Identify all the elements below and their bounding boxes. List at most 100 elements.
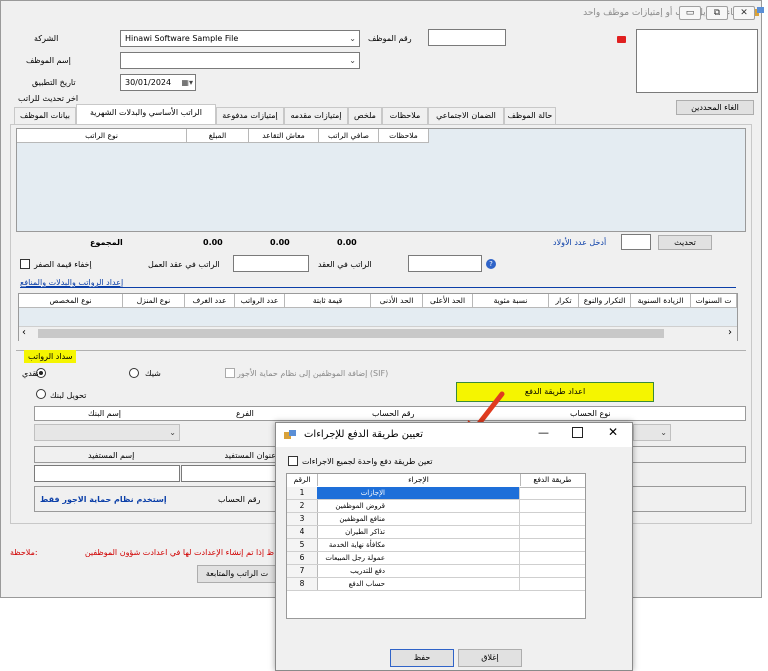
column-header[interactable]: الحد الأعلى — [423, 294, 473, 308]
column-header[interactable]: نوع المخصص — [19, 294, 123, 308]
note-text: ظ إذا تم إنشاء الإعدادت لها في اعدادت شؤ… — [84, 548, 274, 557]
row-number: 2 — [287, 500, 318, 512]
tab-employee-data[interactable]: بيانات الموظف — [14, 107, 76, 124]
tab-advance-benefits[interactable]: إمتيازات مقدمه — [284, 107, 348, 124]
calendar-icon[interactable]: ▦▾ — [181, 75, 193, 90]
column-header[interactable]: ت السنوات — [691, 294, 737, 308]
minimize-button[interactable]: ▭ — [679, 6, 701, 20]
procedure-cell[interactable]: قروض الموظفين — [317, 500, 520, 512]
total-pension: 0.00 — [270, 238, 290, 247]
procedure-cell[interactable]: مكافأة نهاية الخدمة — [317, 539, 520, 551]
procedure-cell[interactable]: حساب الدفع — [317, 578, 520, 590]
payment-method-cell[interactable] — [520, 526, 585, 538]
row-number: 8 — [287, 578, 318, 590]
tab-summary[interactable]: ملخص — [348, 107, 382, 124]
table-row[interactable]: 2 قروض الموظفين — [287, 500, 585, 513]
tab-employee-status[interactable]: حالة الموظف — [504, 107, 556, 124]
apply-date-picker[interactable]: 30/01/2024 ▦▾ — [120, 74, 196, 91]
dialog-save-button[interactable]: حفظ — [390, 649, 454, 667]
table-row[interactable]: 1 الإجازات — [287, 487, 585, 500]
table-row[interactable]: 8 حساب الدفع — [287, 578, 585, 591]
column-header[interactable]: الزيادة السنوية — [631, 294, 691, 308]
dialog-close-button[interactable]: إغلاق — [458, 649, 522, 667]
procedure-cell[interactable]: تذاكر الطيران — [317, 526, 520, 538]
tab-social-security[interactable]: الضمان الاجتماعي — [428, 107, 504, 124]
update-button[interactable]: تحديث — [658, 235, 712, 250]
table-row[interactable]: 4 تذاكر الطيران — [287, 526, 585, 539]
procedure-cell[interactable]: عمولة رجل المبيعات — [317, 552, 520, 564]
dialog-close-icon[interactable]: ✕ — [608, 425, 618, 439]
row-number: 1 — [287, 487, 318, 499]
procedure-cell[interactable]: الإجازات — [317, 487, 520, 499]
close-button[interactable]: ✕ — [733, 6, 755, 20]
dialog-minimize-icon[interactable]: — — [538, 426, 549, 439]
procedures-grid[interactable]: الرقم الإجراء طريقة الدفع 1 الإجازات 2 ق… — [286, 473, 586, 619]
table-row[interactable]: 5 مكافأة نهاية الخدمة — [287, 539, 585, 552]
payment-method-cell[interactable] — [520, 552, 585, 564]
column-header[interactable]: عدد الرواتب — [235, 294, 285, 308]
column-header[interactable]: صافي الراتب — [319, 129, 379, 143]
remove-photo-icon[interactable] — [617, 36, 626, 43]
number-header[interactable]: الرقم — [287, 474, 318, 486]
section-divider — [16, 350, 746, 351]
beneficiary-address-input[interactable] — [181, 465, 277, 482]
scrollbar-thumb[interactable] — [38, 329, 664, 338]
table-row[interactable]: 3 منافع الموظفين — [287, 513, 585, 526]
bank-name-combo[interactable]: ⌄ — [34, 424, 180, 441]
employee-number-input[interactable] — [428, 29, 506, 46]
tab-basic-salary[interactable]: الراتب الأساسي والبدلات الشهرية — [76, 104, 216, 124]
column-header[interactable]: معاش التقاعد — [249, 129, 319, 143]
tab-paid-benefits[interactable]: إمتيازات مدفوعة — [216, 107, 284, 124]
payment-method-cell[interactable] — [520, 500, 585, 512]
cheque-radio[interactable] — [129, 368, 139, 378]
payment-method-header[interactable]: طريقة الدفع — [520, 474, 585, 486]
column-header[interactable]: الحد الأدنى — [371, 294, 423, 308]
procedure-cell[interactable]: منافع الموظفين — [317, 513, 520, 525]
setup-salaries-link[interactable]: إعداد الرواتب والبدلات والمنافع — [20, 278, 123, 287]
beneficiary-name-input[interactable] — [34, 465, 180, 482]
scroll-left-icon[interactable]: ‹ — [22, 327, 26, 338]
photo-box[interactable] — [636, 29, 758, 93]
wps-add-checkbox[interactable] — [225, 368, 235, 378]
row-number: 4 — [287, 526, 318, 538]
payment-method-cell[interactable] — [520, 513, 585, 525]
save-and-follow-button[interactable]: ت الراتب والمتابعة — [197, 565, 277, 583]
in-contract-input[interactable] — [408, 255, 482, 272]
payment-method-cell[interactable] — [520, 539, 585, 551]
hide-zero-checkbox[interactable] — [20, 259, 30, 269]
single-method-checkbox[interactable] — [288, 456, 298, 466]
cancel-selection-button[interactable]: الغاء المحددين — [676, 100, 754, 115]
scroll-right-icon[interactable]: › — [728, 327, 732, 338]
children-count-input[interactable] — [621, 234, 651, 250]
procedure-header[interactable]: الإجراء — [317, 474, 521, 486]
contract-salary-input[interactable] — [233, 255, 309, 272]
column-header[interactable]: نسبة مئوية — [473, 294, 549, 308]
wps-add-label: إضافة الموظفين إلى نظام حماية الأجور (SI… — [237, 369, 389, 378]
account-type-combo[interactable]: ⌄ — [633, 424, 671, 441]
column-header[interactable]: نوع المنزل — [123, 294, 185, 308]
last-salary-update-label: اخر تحديث للراتب — [18, 94, 79, 103]
dialog-maximize-icon[interactable] — [572, 427, 583, 438]
column-header[interactable]: تكرار — [549, 294, 579, 308]
column-header[interactable]: التكرار والنوع — [579, 294, 631, 308]
procedure-cell[interactable]: دفع للتدريب — [317, 565, 520, 577]
column-header[interactable]: عدد الغرف — [185, 294, 235, 308]
chevron-down-icon: ⌄ — [349, 34, 356, 43]
payment-method-cell[interactable] — [520, 565, 585, 577]
company-combo[interactable]: Hinawi Software Sample File ⌄ — [120, 30, 360, 47]
tab-notes[interactable]: ملاحظات — [382, 107, 428, 124]
table-row[interactable]: 7 دفع للتدريب — [287, 565, 585, 578]
row-number: 7 — [287, 565, 318, 577]
column-header[interactable]: قيمة ثابتة — [285, 294, 371, 308]
employee-name-combo[interactable]: ⌄ — [120, 52, 360, 69]
payment-method-cell[interactable] — [520, 578, 585, 590]
help-icon[interactable]: ? — [486, 259, 496, 269]
table-row[interactable]: 6 عمولة رجل المبيعات — [287, 552, 585, 565]
maximize-button[interactable]: ⧉ — [706, 6, 728, 20]
column-header[interactable]: ملاحظات — [379, 129, 429, 143]
payment-method-cell[interactable] — [520, 487, 585, 499]
column-header[interactable]: نوع الراتب — [17, 129, 187, 143]
salary-grid[interactable] — [16, 128, 746, 232]
column-header[interactable]: المبلغ — [187, 129, 249, 143]
bank-transfer-radio[interactable] — [36, 389, 46, 399]
